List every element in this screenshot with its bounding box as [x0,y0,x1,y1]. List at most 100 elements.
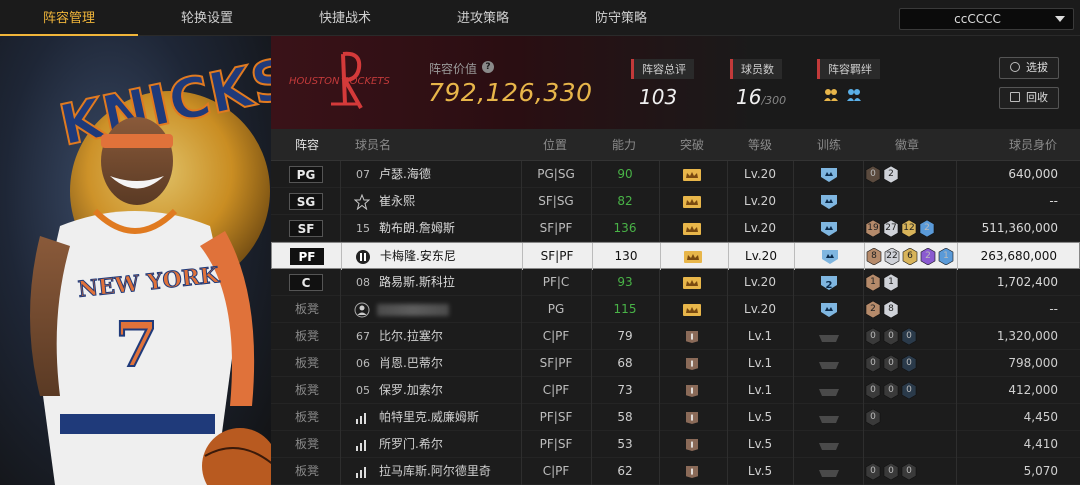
player-name[interactable]: 所罗门.希尔 [379,431,443,458]
col-position[interactable]: 位置 [543,129,567,161]
jersey-number: 7 [115,308,158,381]
table-row[interactable]: 板凳 拉马库斯.阿尔德里奇 C|PF 62 Lv.5 0 0 0 5,070 [271,458,1080,485]
slot-bench-label: 板凳 [295,356,320,370]
table-row[interactable]: C 08 路易斯.斯科拉 PF|C 93 Lv.20 2 1 1 1,702,400 [271,269,1080,296]
slot-bench-label: 板凳 [295,410,320,424]
player-value: 5,070 [1023,464,1058,478]
player-position: SF|SG [538,194,574,208]
player-name[interactable]: 拉马库斯.阿尔德里奇 [379,458,491,485]
col-name[interactable]: 球员名 [355,129,391,161]
column-divider [863,188,864,215]
player-level: Lv.20 [744,302,776,316]
breakthrough-cell[interactable] [659,296,727,323]
training-cell[interactable] [793,296,863,323]
col-value[interactable]: 球员身价 [1009,129,1057,161]
player-name[interactable]: 帕特里克.威廉姆斯 [379,404,479,431]
badge-icon: 0 [883,328,899,345]
training-cell[interactable] [793,323,863,350]
player-name[interactable]: 崔永熙 [379,188,415,215]
breakthrough-cell[interactable] [659,188,727,215]
breakthrough-cell[interactable] [659,161,727,188]
select-button-label: 选拔 [1026,61,1048,74]
breakthrough-cell[interactable] [659,215,727,242]
table-row[interactable]: 板凳 06 肖恩.巴蒂尔 SF|PF 68 Lv.1 0 0 0 798,000 [271,350,1080,377]
column-divider [863,161,864,188]
player-level: Lv.20 [745,249,777,263]
tab-lineup-management[interactable]: 阵容管理 [0,0,138,36]
breakthrough-cell[interactable] [659,404,727,431]
badge-count: 8 [871,251,877,261]
training-cell[interactable] [793,431,863,458]
breakthrough-cell[interactable] [659,377,727,404]
training-cell[interactable] [793,458,863,485]
breakthrough-cell[interactable] [660,243,728,270]
badge-count: 0 [888,358,894,368]
breakthrough-cell[interactable] [659,269,727,296]
recycle-icon [1010,92,1020,102]
col-badges[interactable]: 徽章 [895,129,919,161]
player-name[interactable]: 卢瑟.海德 [379,161,431,188]
badge-count: 0 [870,331,876,341]
slot-position-badge[interactable]: PF [290,248,324,265]
column-divider [956,296,957,323]
table-row[interactable]: 板凳 PG 115 Lv.20 2 8 -- [271,296,1080,323]
training-cell[interactable] [793,350,863,377]
breakthrough-cell[interactable] [659,350,727,377]
table-row[interactable]: 板凳 67 比尔.拉塞尔 C|PF 79 Lv.1 0 0 0 1,320,000 [271,323,1080,350]
player-name[interactable]: 保罗.加索尔 [379,377,443,404]
training-cell[interactable]: 2 [793,269,863,296]
slot-position-badge[interactable]: SG [289,193,323,210]
table-row[interactable]: SF 15 勒布朗.詹姆斯 SF|PF 136 Lv.20 19 27 12 2 511,360,0… [271,215,1080,242]
training-icon [821,168,837,182]
table-row[interactable]: 板凳 05 保罗.加索尔 C|PF 73 Lv.1 0 0 0 412,000 [271,377,1080,404]
col-slot[interactable]: 阵容 [295,129,319,161]
col-level[interactable]: 等级 [748,129,772,161]
tab-offense-strategy[interactable]: 进攻策略 [414,0,552,36]
training-cell[interactable] [793,161,863,188]
badge-count: 6 [907,251,913,261]
lineup-screen: 阵容管理 轮换设置 快捷战术 进攻策略 防守策略 ccCCCC KNICKS N… [0,0,1080,485]
training-cell[interactable] [793,404,863,431]
recycle-button[interactable]: 回收 [999,87,1059,109]
team-selector-dropdown[interactable]: ccCCCC [899,8,1074,30]
player-name[interactable]: 比尔.拉塞尔 [379,323,443,350]
slot-position-badge[interactable]: SF [289,220,323,237]
level-one-icon [686,466,698,478]
slot-position-badge[interactable]: C [289,274,323,291]
player-name[interactable]: 勒布朗.詹姆斯 [379,215,455,242]
lineup-value-label: 阵容价值 [429,62,478,76]
breakthrough-cell[interactable] [659,458,727,485]
player-position: C|PF [542,383,570,397]
training-cell[interactable] [793,377,863,404]
training-cell[interactable] [793,215,863,242]
table-row[interactable]: 板凳 帕特里克.威廉姆斯 PF|SF 58 Lv.5 0 4,450 [271,404,1080,431]
badge-count: 2 [870,304,876,314]
help-icon[interactable]: ? [482,61,494,73]
player-name[interactable]: 肖恩.巴蒂尔 [379,350,443,377]
breakthrough-cell[interactable] [659,431,727,458]
bond-icons[interactable] [817,87,880,106]
table-row[interactable]: PF 卡梅隆.安东尼 SF|PF 130 Lv.20 8 22 6 2 1 263,680,000 [271,242,1080,270]
training-cell[interactable] [793,188,863,215]
slot-position-badge[interactable]: PG [289,166,323,183]
tab-quick-tactics[interactable]: 快捷战术 [276,0,414,36]
column-divider [340,323,341,350]
col-breakthrough[interactable]: 突破 [680,129,704,161]
breakthrough-cell[interactable] [659,323,727,350]
tab-defense-strategy[interactable]: 防守策略 [552,0,690,36]
table-row[interactable]: SG 崔永熙 SF|SG 82 Lv.20 -- [271,188,1080,215]
jersey-number: 08 [356,276,370,289]
player-name[interactable]: 卡梅隆.安东尼 [380,243,456,270]
training-cell[interactable] [794,243,864,270]
tab-rotation-settings[interactable]: 轮换设置 [138,0,276,36]
jersey-number: 15 [356,222,370,235]
table-row[interactable]: PG 07 卢瑟.海德 PG|SG 90 Lv.20 0 2 640,000 [271,161,1080,188]
player-ability: 90 [617,167,633,181]
crown-icon [683,196,701,208]
col-training[interactable]: 训练 [817,129,841,161]
bond-gold-icon [823,87,838,101]
col-ability[interactable]: 能力 [612,129,636,161]
player-name[interactable]: 路易斯.斯科拉 [379,269,455,296]
table-row[interactable]: 板凳 所罗门.希尔 PF|SF 53 Lv.5 4,410 [271,431,1080,458]
select-button[interactable]: 选拔 [999,57,1059,79]
